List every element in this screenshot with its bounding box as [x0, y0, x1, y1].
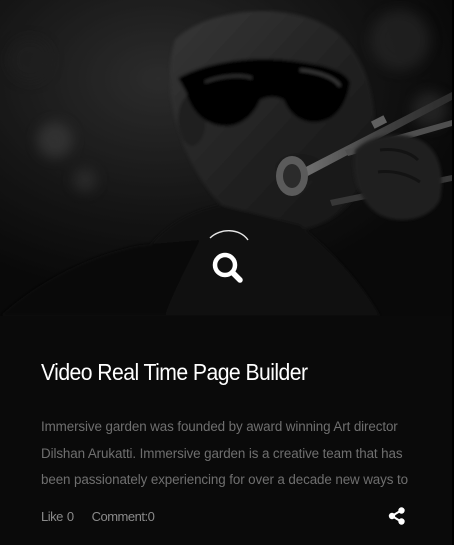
comment-count: 0: [147, 508, 155, 524]
zoom-button[interactable]: [196, 226, 260, 290]
search-icon: [212, 252, 243, 283]
share-icon: [388, 507, 405, 525]
like-count: 0: [66, 508, 74, 524]
comment-label: Comment:: [91, 508, 148, 524]
post-excerpt: Immersive garden was founded by award wi…: [41, 419, 408, 487]
post-card: Video Real Time Page Builder Immersive g…: [0, 0, 454, 545]
like-button[interactable]: Like 0: [41, 509, 74, 524]
post-meta: Like 0 Comment: 0: [41, 506, 155, 526]
post-title[interactable]: Video Real Time Page Builder: [41, 359, 308, 386]
post-thumbnail[interactable]: [0, 0, 452, 316]
comment-link[interactable]: Comment: 0: [92, 509, 155, 524]
share-button[interactable]: [388, 507, 406, 525]
loading-arc-icon: [209, 230, 249, 241]
like-label: Like: [41, 508, 63, 524]
